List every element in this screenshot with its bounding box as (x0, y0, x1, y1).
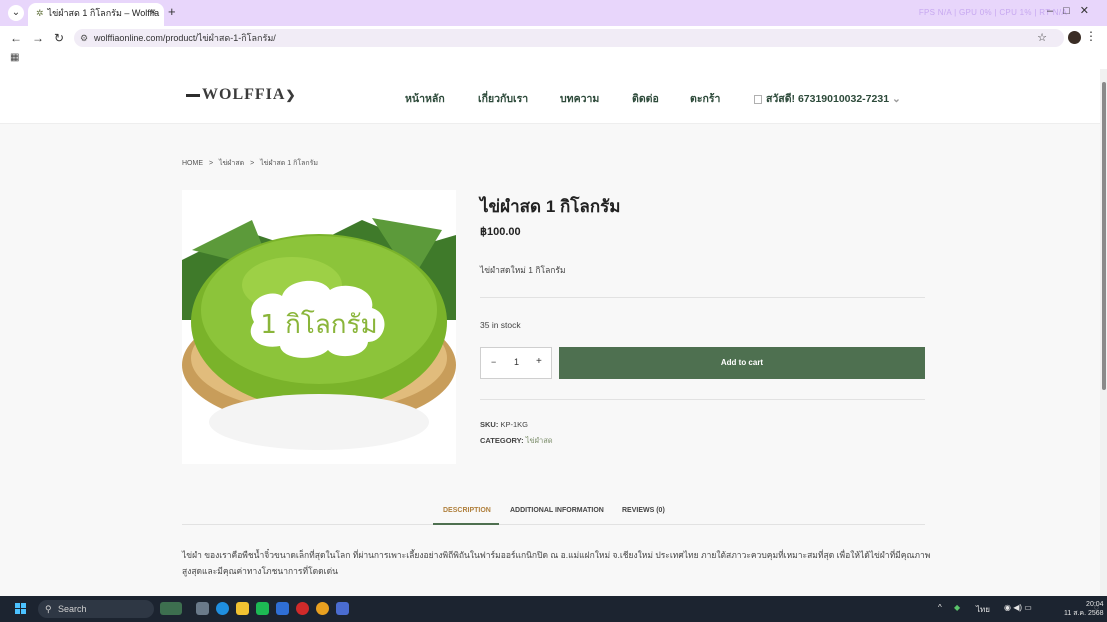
account-greeting: สวัสดี! 67319010032-7231 (766, 93, 890, 105)
user-icon (754, 94, 762, 104)
nav-articles[interactable]: บทความ (560, 90, 599, 107)
window-controls[interactable]: –□✕ (1047, 4, 1099, 17)
opera-browser-icon[interactable] (296, 602, 309, 615)
nav-contact[interactable]: ติดต่อ (632, 90, 659, 107)
category-link[interactable]: ไข่ผำสด (526, 436, 553, 445)
tabs-divider (182, 524, 925, 525)
product-image[interactable]: 1 กิโลกรัม (182, 190, 456, 464)
performance-overlay: FPS N/A | GPU 0% | CPU 1% | RT N/A (918, 8, 1067, 17)
taskbar-search[interactable]: ⚲ Search (38, 600, 154, 618)
quantity-decrease-button[interactable]: − (491, 357, 496, 367)
product-photo-graphic: 1 กิโลกรัม (182, 190, 456, 464)
add-to-cart-button[interactable]: Add to cart (559, 347, 925, 379)
edge-browser-icon[interactable] (216, 602, 229, 615)
site-info-icon[interactable]: ⚙ (80, 29, 88, 47)
sku-label: SKU: (480, 420, 499, 429)
forward-arrow-icon[interactable]: → (32, 31, 44, 45)
tab-search-chevron-icon[interactable]: ⌄ (8, 5, 24, 21)
search-icon: ⚲ (45, 604, 52, 614)
sku-value: KP-1KG (500, 420, 528, 429)
site-favicon-icon: ✲ (36, 8, 44, 18)
bookmarks-bar: ▦ (0, 50, 1107, 69)
windows-taskbar: ⚲ Search ^ ◆ ไทย ◉ ◀) ▭ 20:04 11 ส.ค. 256… (0, 596, 1107, 622)
tray-overflow-icon[interactable]: ^ (938, 603, 942, 612)
breadcrumb-separator: > (208, 160, 214, 167)
address-toolbar: ← → ↻ ⚙ wolffiaonline.com/product/ไข่ผำส… (0, 26, 1107, 50)
product-category: CATEGORY: ไข่ผำสด (480, 435, 553, 447)
breadcrumb-category[interactable]: ไข่ผำสด (219, 160, 244, 167)
breadcrumb-separator: > (250, 160, 255, 167)
bookmark-star-icon[interactable]: ☆ (1037, 31, 1047, 44)
nav-cart[interactable]: ตะกร้า (690, 90, 720, 107)
task-view-icon[interactable] (196, 602, 209, 615)
active-tab-indicator (433, 523, 499, 525)
product-sku: SKU: KP-1KG (480, 420, 528, 429)
browser-menu-icon[interactable]: ⋮ (1085, 29, 1097, 43)
new-tab-button[interactable]: + (168, 4, 176, 19)
chrome-browser-icon[interactable] (316, 602, 329, 615)
scrollbar-thumb[interactable] (1102, 82, 1106, 390)
product-short-description: ไข่ผำสดใหม่ 1 กิโลกรัม (480, 265, 566, 275)
tab-close-icon[interactable]: × (150, 3, 156, 23)
product-price: ฿100.00 (480, 226, 521, 238)
url-bar[interactable]: ⚙ wolffiaonline.com/product/ไข่ผำสด-1-กิ… (74, 29, 1064, 47)
notification-icon[interactable]: ◌ (1094, 603, 1099, 612)
tray-app-icon[interactable]: ◆ (954, 603, 960, 612)
taskbar-search-label: Search (58, 604, 87, 614)
nav-home[interactable]: หน้าหลัก (405, 90, 445, 107)
divider (480, 399, 925, 400)
line-app-icon[interactable] (256, 602, 269, 615)
site-logo[interactable]: WOLFFIA❯ (184, 86, 297, 104)
nav-about[interactable]: เกี่ยวกับเรา (478, 90, 528, 107)
file-explorer-icon[interactable] (236, 602, 249, 615)
divider (480, 297, 925, 298)
product-image-label: 1 กิโลกรัม (260, 309, 377, 340)
tab-reviews[interactable]: REVIEWS (0) (622, 507, 665, 514)
pinned-app-icon[interactable] (336, 602, 349, 615)
tab-description[interactable]: DESCRIPTION (443, 507, 491, 514)
page-viewport: WOLFFIA❯ หน้าหลัก เกี่ยวกับเรา บทความ ติ… (0, 69, 1100, 596)
product-title: ไข่ผำสด 1 กิโลกรัม (480, 197, 621, 216)
tab-additional-information[interactable]: ADDITIONAL INFORMATION (510, 507, 604, 514)
quantity-increase-button[interactable]: + (536, 356, 542, 367)
windows-start-icon[interactable] (15, 603, 27, 615)
back-arrow-icon[interactable]: ← (10, 31, 22, 45)
breadcrumb-current: ไข่ผำสด 1 กิโลกรัม (260, 160, 318, 167)
input-language[interactable]: ไทย (976, 603, 990, 616)
stock-status: 35 in stock (480, 320, 521, 330)
profile-avatar[interactable] (1068, 31, 1081, 44)
url-text: wolffiaonline.com/product/ไข่ผำสด-1-กิโล… (94, 33, 276, 43)
breadcrumb: HOME > ไข่ผำสด > ไข่ผำสด 1 กิโลกรัม (182, 158, 322, 169)
account-menu[interactable]: สวัสดี! 67319010032-7231 ⌄ (754, 90, 901, 107)
breadcrumb-home[interactable]: HOME (182, 160, 203, 167)
site-logo-text: WOLFFIA (202, 86, 286, 103)
chevron-down-icon: ⌄ (891, 93, 901, 105)
browser-tab[interactable]: ✲ ไข่ผำสด 1 กิโลกรัม – Wolffia × (28, 3, 164, 26)
browser-tab-strip: ⌄ ✲ ไข่ผำสด 1 กิโลกรัม – Wolffia × + FPS … (0, 0, 1107, 26)
widgets-icon[interactable] (160, 602, 182, 615)
store-app-icon[interactable] (276, 602, 289, 615)
quantity-stepper[interactable]: − 1 + (480, 347, 552, 379)
browser-tab-title: ไข่ผำสด 1 กิโลกรัม – Wolffia (47, 8, 160, 18)
site-header: WOLFFIA❯ หน้าหลัก เกี่ยวกับเรา บทความ ติ… (0, 69, 1100, 124)
category-label: CATEGORY: (480, 436, 524, 445)
product-description: ไข่ผำ ของเราคือพืชน้ำจิ๋วขนาดเล็กที่สุดใ… (182, 550, 931, 576)
reload-icon[interactable]: ↻ (54, 31, 64, 45)
apps-grid-icon[interactable]: ▦ (10, 52, 19, 63)
network-volume-battery-icons[interactable]: ◉ ◀) ▭ (1004, 603, 1032, 612)
quantity-input[interactable]: 1 (514, 357, 519, 367)
